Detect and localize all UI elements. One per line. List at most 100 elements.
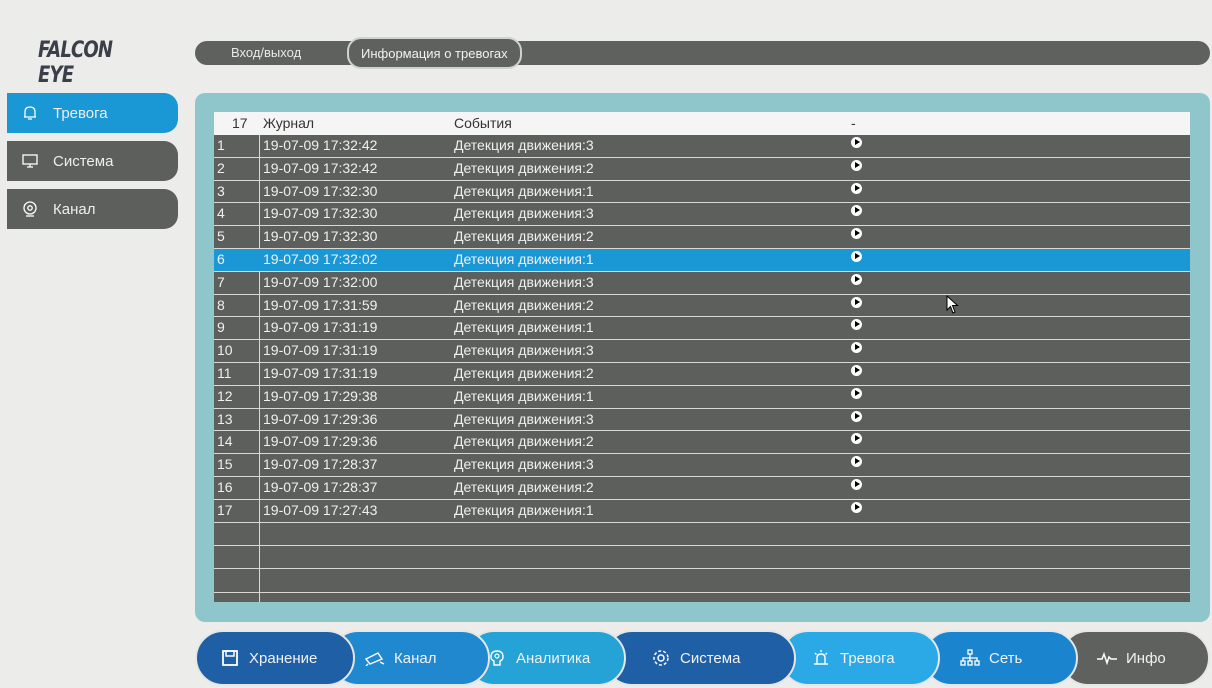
row-number: 14 <box>217 433 233 450</box>
table-row[interactable]: 7 19-07-09 17:32:00 Детекция движения:3 <box>214 272 1190 295</box>
brand-logo: FALCON EYE <box>38 38 113 88</box>
mouse-cursor-icon <box>946 295 959 314</box>
row-event: Детекция движения:2 <box>454 228 594 245</box>
play-icon[interactable] <box>851 250 862 262</box>
sidebar-item-channel[interactable]: Канал <box>7 189 178 229</box>
row-number: 3 <box>217 182 225 199</box>
play-icon[interactable] <box>851 364 862 376</box>
table-row[interactable]: 2 19-07-09 17:32:42 Детекция движения:2 <box>214 158 1190 181</box>
camera-icon <box>19 198 41 220</box>
row-number: 2 <box>217 159 225 176</box>
nav-storage-button[interactable]: Хранение <box>195 630 355 686</box>
play-icon[interactable] <box>851 342 862 354</box>
nav-system-button[interactable]: Система <box>604 630 796 686</box>
nav-label: Хранение <box>249 649 318 667</box>
camera-icon <box>364 647 386 669</box>
table-row[interactable]: 9 19-07-09 17:31:19 Детекция движения:1 <box>214 317 1190 341</box>
row-divider <box>214 592 1190 593</box>
table-row[interactable]: 10 19-07-09 17:31:19 Детекция движения:3 <box>214 340 1190 363</box>
table-row[interactable]: 11 19-07-09 17:31:19 Детекция движения:2 <box>214 363 1190 386</box>
play-icon[interactable] <box>851 501 862 513</box>
nav-network-button[interactable]: Сеть <box>923 630 1078 686</box>
row-number: 13 <box>217 410 233 427</box>
row-time: 19-07-09 17:32:42 <box>263 159 378 176</box>
row-time: 19-07-09 17:32:42 <box>263 137 378 153</box>
play-icon[interactable] <box>851 387 862 399</box>
table-row[interactable]: 15 19-07-09 17:28:37 Детекция движения:3 <box>214 454 1190 477</box>
tab-alarm-info[interactable]: Информация о тревогах <box>347 37 522 69</box>
play-icon[interactable] <box>851 228 862 240</box>
gear-icon <box>650 647 672 669</box>
table-row[interactable]: 12 19-07-09 17:29:38 Детекция движения:1 <box>214 386 1190 409</box>
row-number: 11 <box>217 364 232 381</box>
nav-info-button[interactable]: Инфо <box>1060 630 1210 686</box>
row-event: Детекция движения:3 <box>454 137 594 153</box>
header-action: - <box>851 115 856 131</box>
table-body: 1 19-07-09 17:32:42 Детекция движения:3 2 19… <box>214 135 1190 523</box>
alarm-log-table: 17 Журнал События - 1 19-07-09 17:32:42 Де… <box>214 112 1190 602</box>
play-icon[interactable] <box>851 319 862 331</box>
row-number: 16 <box>217 478 233 495</box>
row-event: Детекция движения:2 <box>454 478 594 495</box>
nav-label: Тревога <box>840 649 895 667</box>
sidebar-item-alarm[interactable]: Тревога <box>7 93 178 133</box>
nav-analytics-button[interactable]: Аналитика <box>466 630 626 686</box>
row-time: 19-07-09 17:32:30 <box>263 205 378 222</box>
pulse-icon <box>1096 647 1118 669</box>
row-number: 17 <box>217 501 233 518</box>
row-time: 19-07-09 17:29:36 <box>263 433 378 450</box>
row-event: Детекция движения:3 <box>454 456 594 473</box>
row-time: 19-07-09 17:32:30 <box>263 228 378 245</box>
sidebar-item-label: Система <box>53 152 114 170</box>
row-number: 7 <box>217 273 225 290</box>
row-time: 19-07-09 17:31:19 <box>263 342 378 359</box>
siren-icon <box>810 647 832 669</box>
nav-label: Сеть <box>989 649 1023 667</box>
play-icon[interactable] <box>851 182 862 194</box>
table-row[interactable]: 14 19-07-09 17:29:36 Детекция движения:2 <box>214 431 1190 455</box>
row-event: Детекция движения:3 <box>454 342 594 359</box>
row-divider <box>214 568 1190 569</box>
nav-alarm-button[interactable]: Тревога <box>780 630 940 686</box>
row-number: 4 <box>217 205 225 222</box>
nav-label: Канал <box>394 649 437 667</box>
play-icon[interactable] <box>851 410 862 422</box>
row-event: Детекция движения:3 <box>454 410 594 427</box>
play-icon[interactable] <box>851 296 862 308</box>
play-icon[interactable] <box>851 159 862 171</box>
header-journal: Журнал <box>263 115 315 131</box>
table-row[interactable]: 17 19-07-09 17:27:43 Детекция движения:1 <box>214 500 1190 523</box>
row-event: Детекция движения:2 <box>454 159 594 176</box>
row-time: 19-07-09 17:28:37 <box>263 478 378 495</box>
row-event: Детекция движения:3 <box>454 273 594 290</box>
play-icon[interactable] <box>851 456 862 468</box>
table-row[interactable]: 6 19-07-09 17:32:02 Детекция движения:1 <box>214 248 1190 272</box>
row-event: Детекция движения:2 <box>454 433 594 450</box>
play-icon[interactable] <box>851 137 862 148</box>
row-number: 1 <box>217 137 225 153</box>
row-time: 19-07-09 17:28:37 <box>263 456 378 473</box>
row-number: 8 <box>217 296 225 313</box>
tab-io[interactable]: Вход/выход <box>217 41 315 65</box>
table-row[interactable]: 4 19-07-09 17:32:30 Детекция движения:3 <box>214 203 1190 227</box>
bell-icon <box>19 102 41 124</box>
nav-label: Инфо <box>1126 649 1166 667</box>
play-icon[interactable] <box>851 205 862 217</box>
row-event: Детекция движения:2 <box>454 364 594 381</box>
row-time: 19-07-09 17:29:38 <box>263 387 378 404</box>
row-event: Детекция движения:1 <box>454 182 594 199</box>
table-row[interactable]: 8 19-07-09 17:31:59 Детекция движения:2 <box>214 295 1190 318</box>
play-icon[interactable] <box>851 433 862 445</box>
table-row[interactable]: 3 19-07-09 17:32:30 Детекция движения:1 <box>214 181 1190 204</box>
row-number: 12 <box>217 387 233 404</box>
table-row[interactable]: 5 19-07-09 17:32:30 Детекция движения:2 <box>214 226 1190 249</box>
table-row[interactable]: 16 19-07-09 17:28:37 Детекция движения:2 <box>214 477 1190 500</box>
play-icon[interactable] <box>851 478 862 490</box>
table-row[interactable]: 1 19-07-09 17:32:42 Детекция движения:3 <box>214 135 1190 158</box>
table-row[interactable]: 13 19-07-09 17:29:36 Детекция движения:3 <box>214 409 1190 432</box>
play-icon[interactable] <box>851 273 862 285</box>
row-event: Детекция движения:3 <box>454 205 594 222</box>
sidebar-item-system[interactable]: Система <box>7 141 178 181</box>
tab-bar: Вход/выход Информация о тревогах <box>195 37 1210 69</box>
header-events: События <box>454 115 512 131</box>
